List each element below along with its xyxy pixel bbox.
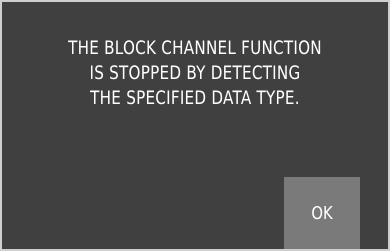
- message-dialog: THE BLOCK CHANNEL FUNCTION IS STOPPED BY…: [0, 0, 390, 251]
- ok-button[interactable]: OK: [284, 177, 360, 249]
- dialog-message: THE BLOCK CHANNEL FUNCTION IS STOPPED BY…: [68, 38, 322, 109]
- ok-button-label: OK: [311, 202, 333, 224]
